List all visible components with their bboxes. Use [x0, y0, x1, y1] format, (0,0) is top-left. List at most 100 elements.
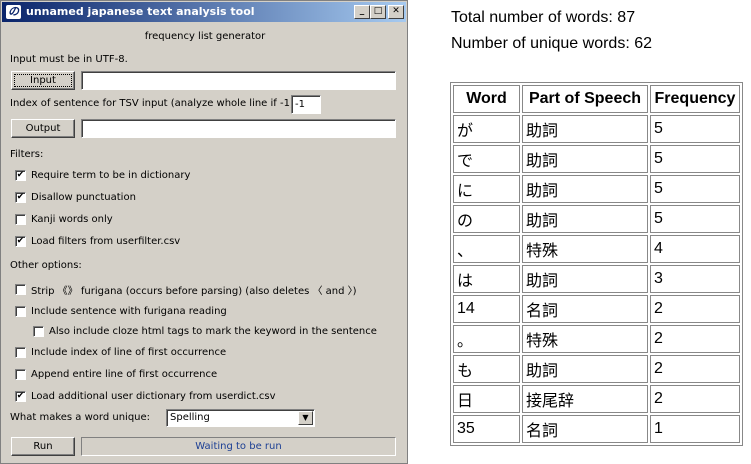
input-button[interactable]: Input: [11, 71, 75, 90]
output-path-field[interactable]: [81, 119, 396, 138]
cell-pos: 助詞: [522, 115, 648, 143]
table-row: が助詞 5: [453, 115, 740, 143]
app-icon: の: [6, 5, 21, 19]
input-note: Input must be in UTF-8.: [10, 54, 128, 65]
cell-word: で: [453, 145, 520, 173]
checkbox-label: Kanji words only: [31, 213, 113, 225]
cell-word: は: [453, 265, 520, 293]
unique-select[interactable]: Spelling ▼: [166, 409, 315, 427]
cell-pos: 名詞: [522, 295, 648, 323]
cell-word: 日: [453, 385, 520, 413]
cell-word: 。: [453, 325, 520, 353]
cell-word: 14: [453, 295, 520, 323]
checkbox[interactable]: [15, 305, 26, 317]
other-options-label: Other options:: [10, 260, 82, 271]
chevron-down-icon[interactable]: ▼: [298, 411, 313, 425]
checkbox[interactable]: [33, 325, 44, 337]
cell-frequency: 2: [650, 385, 740, 413]
table-row: に助詞 5: [453, 175, 740, 203]
cell-word: 、: [453, 235, 520, 263]
checkbox[interactable]: [15, 368, 26, 380]
maximize-button[interactable]: □: [370, 5, 386, 19]
checkbox[interactable]: [15, 283, 26, 295]
cell-pos: 名詞: [522, 415, 648, 443]
filter-require-dictionary[interactable]: ✔ Require term to be in dictionary: [15, 168, 190, 182]
form-subtitle: frequency list generator: [144, 31, 266, 42]
option-strip-furigana[interactable]: Strip 《》 furigana (occurs before parsing…: [15, 282, 357, 297]
filter-load-userfilter[interactable]: ✔ Load filters from userfilter.csv: [15, 234, 180, 248]
checkbox-label: Include sentence with furigana reading: [31, 305, 227, 317]
cell-frequency: 2: [650, 295, 740, 323]
total-words: Total number of words: 87: [451, 9, 636, 26]
minimize-button[interactable]: _: [354, 5, 370, 19]
checkbox[interactable]: ✔: [15, 390, 26, 402]
frequency-table: Word Part of Speech Frequency が助詞 5 で助詞 5 …: [450, 82, 743, 446]
window-title: unnamed japanese text analysis tool: [26, 5, 255, 18]
cell-word: が: [453, 115, 520, 143]
cell-pos: 助詞: [522, 145, 648, 173]
cell-frequency: 3: [650, 265, 740, 293]
option-include-sentence[interactable]: Include sentence with furigana reading: [15, 304, 227, 318]
checkbox[interactable]: [15, 213, 26, 225]
cell-pos: 助詞: [522, 175, 648, 203]
table-row: も助詞 2: [453, 355, 740, 383]
checkbox-label: Load filters from userfilter.csv: [31, 235, 181, 247]
checkbox-label: Load additional user dictionary from use…: [31, 390, 276, 402]
cell-frequency: 5: [650, 115, 740, 143]
cell-frequency: 5: [650, 205, 740, 233]
table-row: 、特殊 4: [453, 235, 740, 263]
checkbox-label: Require term to be in dictionary: [31, 169, 191, 181]
close-button[interactable]: ✕: [388, 5, 404, 19]
cell-frequency: 5: [650, 175, 740, 203]
cell-word: 35: [453, 415, 520, 443]
option-append-line[interactable]: Append entire line of first occurrence: [15, 367, 217, 381]
option-cloze-tags[interactable]: Also include cloze html tags to mark the…: [33, 324, 377, 338]
table-row: 日接尾辞 2: [453, 385, 740, 413]
filter-kanji-only[interactable]: Kanji words only: [15, 212, 113, 226]
index-label: Index of sentence for TSV input (analyze…: [10, 98, 298, 109]
input-path-field[interactable]: [81, 71, 396, 90]
cell-frequency: 1: [650, 415, 740, 443]
title-bar[interactable]: の unnamed japanese text analysis tool _ …: [2, 2, 406, 22]
checkbox-label: Append entire line of first occurrence: [31, 368, 218, 380]
header-frequency: Frequency: [650, 85, 740, 113]
table-row: の助詞 5: [453, 205, 740, 233]
table-row: 。特殊 2: [453, 325, 740, 353]
cell-word: の: [453, 205, 520, 233]
table-row: 14 名詞 2: [453, 295, 740, 323]
header-part-of-speech: Part of Speech: [522, 85, 648, 113]
table-header-row: Word Part of Speech Frequency: [453, 85, 740, 113]
checkbox-label: Also include cloze html tags to mark the…: [49, 325, 377, 337]
app-window: の unnamed japanese text analysis tool _ …: [0, 0, 408, 464]
cell-pos: 特殊: [522, 235, 648, 263]
option-include-index[interactable]: Include index of line of first occurrenc…: [15, 345, 226, 359]
checkbox[interactable]: ✔: [15, 169, 26, 181]
unique-select-value: Spelling: [170, 412, 210, 423]
checkbox-label: Include index of line of first occurrenc…: [31, 346, 227, 358]
output-button[interactable]: Output: [11, 119, 75, 138]
cell-word: に: [453, 175, 520, 203]
index-field[interactable]: -1: [291, 95, 321, 114]
option-user-dictionary[interactable]: ✔ Load additional user dictionary from u…: [15, 389, 276, 403]
checkbox[interactable]: [15, 346, 26, 358]
cell-frequency: 2: [650, 355, 740, 383]
cell-pos: 特殊: [522, 325, 648, 353]
run-button[interactable]: Run: [11, 437, 75, 456]
table-row: で助詞 5: [453, 145, 740, 173]
checkbox[interactable]: ✔: [15, 191, 26, 203]
filters-label: Filters:: [10, 149, 44, 160]
cell-frequency: 2: [650, 325, 740, 353]
filter-disallow-punctuation[interactable]: ✔ Disallow punctuation: [15, 190, 136, 204]
cell-pos: 助詞: [522, 355, 648, 383]
cell-pos: 助詞: [522, 265, 648, 293]
checkbox-label: Disallow punctuation: [31, 191, 136, 203]
table-row: 35 名詞 1: [453, 415, 740, 443]
cell-word: も: [453, 355, 520, 383]
checkbox-label: Strip 《》 furigana (occurs before parsing…: [31, 285, 357, 297]
status-bar: Waiting to be run: [81, 437, 396, 456]
unique-label: What makes a word unique:: [10, 412, 151, 423]
cell-pos: 接尾辞: [522, 385, 648, 413]
cell-pos: 助詞: [522, 205, 648, 233]
checkbox[interactable]: ✔: [15, 235, 26, 247]
header-word: Word: [453, 85, 520, 113]
